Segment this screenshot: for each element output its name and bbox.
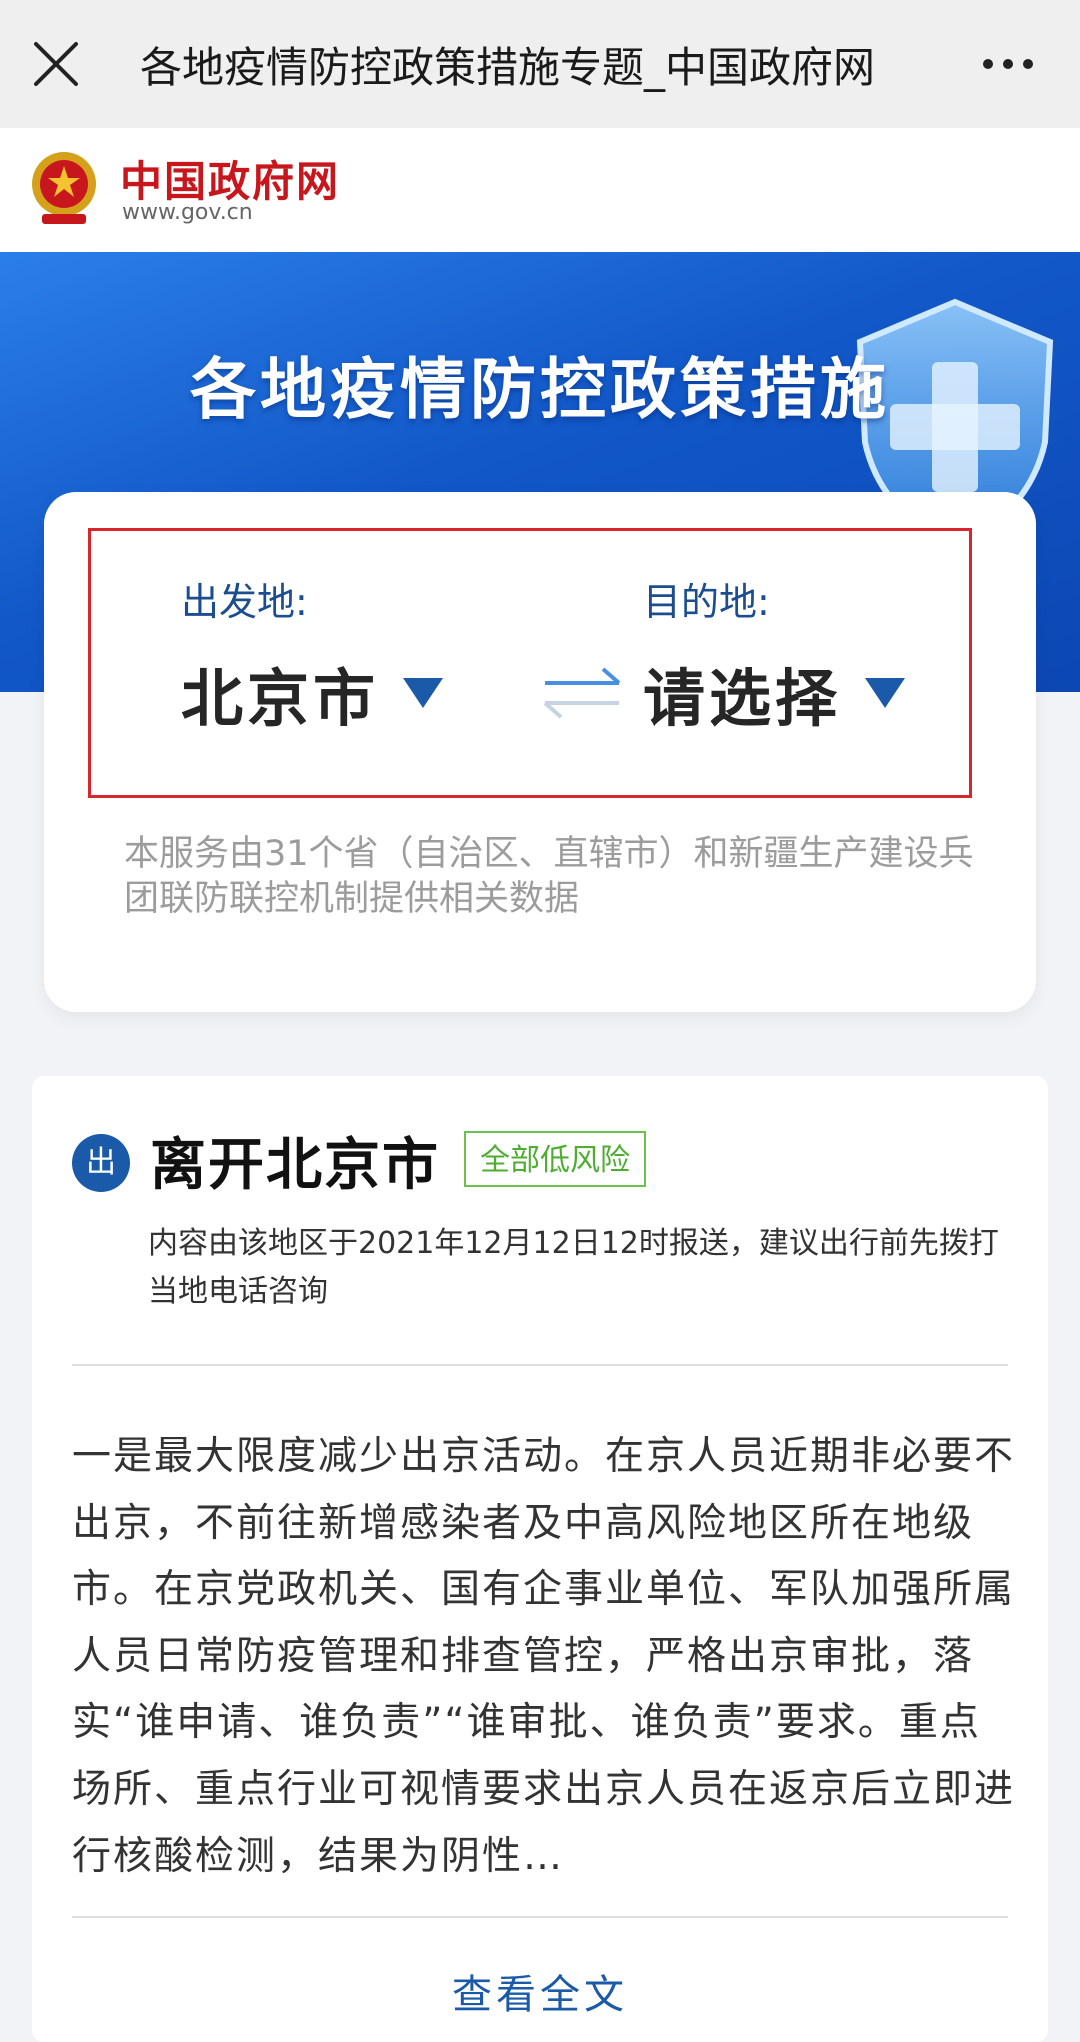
destination-value[interactable]: 请选择 <box>643 648 841 738</box>
divider <box>72 1364 1008 1366</box>
departure-badge: 出 <box>72 1134 130 1192</box>
dropdown-triangle-icon[interactable] <box>403 678 444 708</box>
selector-highlight-frame: 出发地: 北京市 目的地: 请选择 <box>88 528 972 798</box>
swap-arrows-icon[interactable] <box>541 663 623 723</box>
route-selector-card: 出发地: 北京市 目的地: 请选择 本服务由31个省（自治区、直辖市）和新疆生产… <box>44 492 1036 1012</box>
national-emblem-icon[interactable] <box>28 148 100 228</box>
destination-selector[interactable]: 目的地: 请选择 <box>643 571 906 738</box>
window-title: 各地疫情防控政策措施专题_中国政府网 <box>140 43 876 92</box>
risk-level-tag: 全部低风险 <box>464 1131 646 1187</box>
more-icon[interactable] <box>976 40 1040 88</box>
close-icon[interactable] <box>28 36 84 92</box>
divider <box>72 1916 1008 1918</box>
banner-title: 各地疫情防控政策措施 <box>190 351 890 428</box>
report-note: 内容由该地区于2021年12月12日12时报送，建议出行前先拨打当地电话咨询 <box>148 1226 999 1309</box>
destination-label: 目的地: <box>643 580 770 624</box>
site-header: 中国政府网 www.gov.cn <box>0 128 1080 252</box>
service-note: 本服务由31个省（自治区、直辖市）和新疆生产建设兵团联防联控机制提供相关数据 <box>124 834 974 919</box>
leave-title: 离开北京市 <box>150 1133 440 1198</box>
origin-selector[interactable]: 出发地: 北京市 <box>181 571 444 738</box>
site-url: www.gov.cn <box>122 200 253 225</box>
policy-text: 一是最大限度减少出京活动。在京人员近期非必要不出京，不前往新增感染者及中高风险地… <box>72 1434 1016 1879</box>
browser-top-bar: 各地疫情防控政策措施专题_中国政府网 <box>0 0 1080 128</box>
leave-policy-card: 出 离开北京市 全部低风险 内容由该地区于2021年12月12日12时报送，建议… <box>32 1076 1048 2042</box>
origin-value[interactable]: 北京市 <box>181 648 379 738</box>
origin-label: 出发地: <box>181 580 308 624</box>
view-full-text-link[interactable]: 查看全文 <box>32 1962 1048 2020</box>
dropdown-triangle-icon[interactable] <box>865 678 906 708</box>
